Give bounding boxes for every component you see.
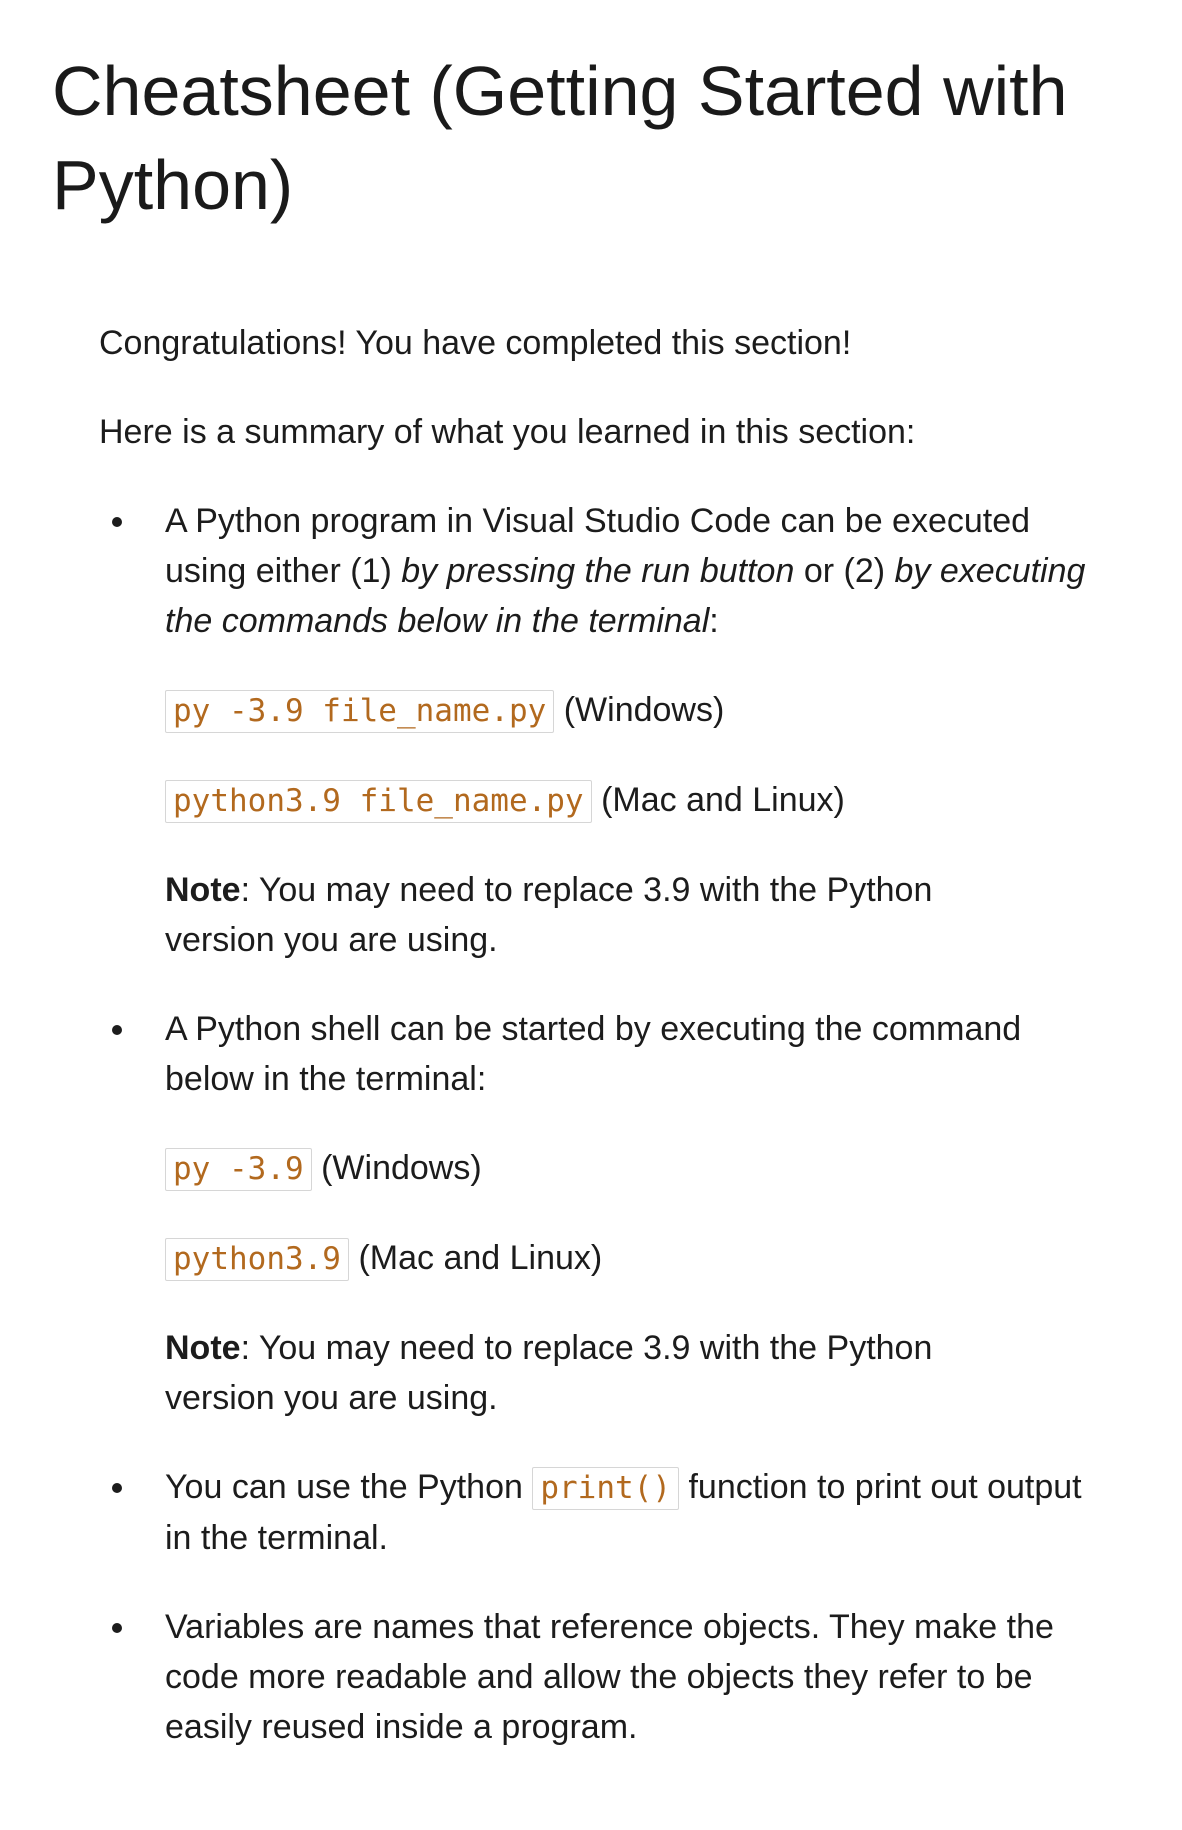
- code-snippet: py -3.9 file_name.py: [165, 690, 555, 733]
- command-line: py -3.9 file_name.py (Windows): [165, 685, 1099, 736]
- code-snippet: print(): [532, 1467, 680, 1510]
- list-item: A Python program in Visual Studio Code c…: [99, 496, 1099, 965]
- item-text-part: You can use the Python: [165, 1468, 533, 1506]
- platform-label: (Windows): [563, 691, 725, 729]
- intro-text: Congratulations! You have completed this…: [99, 324, 852, 362]
- platform-label: (Mac and Linux): [601, 781, 845, 819]
- note: Note: You may need to replace 3.9 with t…: [165, 865, 1045, 965]
- summary-intro-text: Here is a summary of what you learned in…: [99, 413, 916, 451]
- note: Note: You may need to replace 3.9 with t…: [165, 1323, 1045, 1423]
- note-text: : You may need to replace 3.9 with the P…: [165, 1329, 933, 1417]
- note-label: Note: [165, 1329, 241, 1367]
- platform-label: (Windows): [321, 1149, 482, 1187]
- command-line: py -3.9 (Windows): [165, 1143, 1099, 1194]
- bullet-icon: [112, 517, 122, 527]
- bullet-icon: [112, 1025, 122, 1035]
- command-line: python3.9 file_name.py (Mac and Linux): [165, 775, 1099, 826]
- item-text-part: :: [709, 602, 719, 640]
- list-item-text: Variables are names that reference objec…: [165, 1608, 1054, 1746]
- list-item-text: You can use the Python print() function …: [165, 1462, 1085, 1563]
- code-snippet: py -3.9: [165, 1148, 312, 1191]
- command-line: python3.9 (Mac and Linux): [165, 1233, 1099, 1284]
- list-item-text: A Python shell can be started by executi…: [165, 1010, 1022, 1098]
- item-emphasis: by pressing the run button: [401, 552, 795, 590]
- platform-label: (Mac and Linux): [358, 1239, 603, 1277]
- code-snippet: python3.9: [165, 1238, 349, 1281]
- note-label: Note: [165, 871, 241, 909]
- item-text-part: or (2): [794, 552, 895, 590]
- list-item: You can use the Python print() function …: [99, 1462, 1099, 1563]
- summary-list: A Python program in Visual Studio Code c…: [99, 496, 1099, 1752]
- list-item: A Python shell can be started by executi…: [99, 1004, 1099, 1423]
- page-title: Cheatsheet (Getting Started with Python): [52, 52, 1068, 224]
- code-snippet: python3.9 file_name.py: [165, 780, 592, 823]
- note-text: : You may need to replace 3.9 with the P…: [165, 871, 933, 959]
- bullet-icon: [112, 1483, 122, 1493]
- list-item-text: A Python program in Visual Studio Code c…: [165, 496, 1095, 646]
- cheatsheet-content: Congratulations! You have completed this…: [99, 318, 1099, 1791]
- list-item: Variables are names that reference objec…: [99, 1602, 1099, 1752]
- bullet-icon: [112, 1623, 122, 1633]
